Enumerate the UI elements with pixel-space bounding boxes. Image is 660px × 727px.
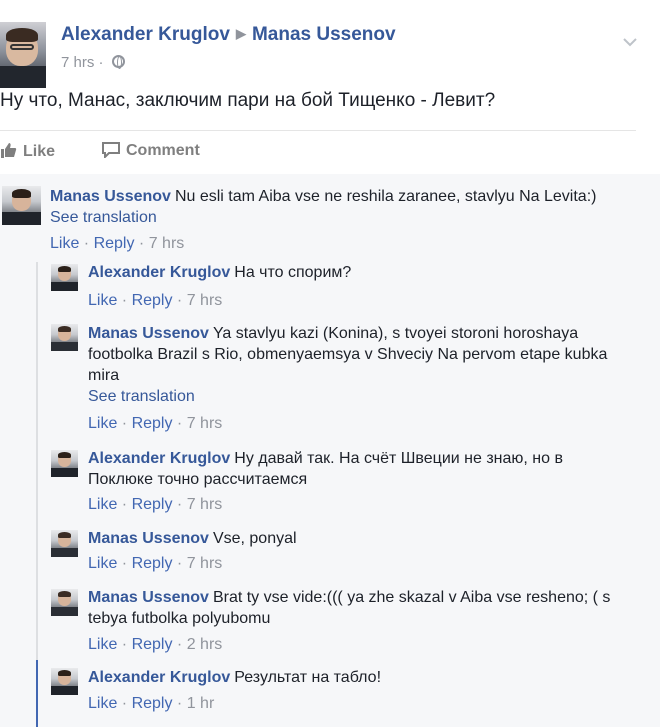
commenter-name[interactable]: Manas Ussenov [50,188,171,205]
target-name-link[interactable]: Manas Ussenov [252,24,396,45]
comment-text: Nu esli tam Aiba vse ne reshila zaranee,… [174,188,597,205]
post-text: Ну что, Манас, заключим пари на бой Тище… [0,90,496,111]
comment-reply-link[interactable]: Reply [132,636,173,653]
comment-time[interactable]: 7 hrs [187,555,223,572]
comment-like-link[interactable]: Like [88,496,117,513]
comment-reply-link[interactable]: Reply [132,555,173,572]
comment-like-link[interactable]: Like [88,555,117,572]
post-meta: 7 hrs · [61,54,125,71]
like-button[interactable]: Like [0,142,55,161]
comment-meta: Like · Reply · 7 hrs [88,415,223,432]
thumbs-up-icon [1,143,17,158]
globe-icon [111,55,125,69]
like-label: Like [23,143,56,160]
comment-like-link[interactable]: Like [88,292,117,309]
commenter-avatar[interactable] [51,668,78,695]
comment-meta: Like · Reply · 7 hrs [88,555,223,572]
comment-body: Manas Ussenov Nu esli tam Aiba vse ne res… [50,186,650,228]
author-name-link[interactable]: Alexander Kruglov [61,24,230,45]
comment-meta: Like · Reply · 7 hrs [88,292,223,309]
comment-like-link[interactable]: Like [88,636,117,653]
comment-body: Alexander Kruglov Ну давай так. На счёт Ш… [88,448,608,490]
comment-body: Manas Ussenov Brat ty vse vide:((( ya zhe… [88,587,618,629]
comment-button[interactable]: Comment [102,142,200,160]
comment-label: Comment [126,142,200,159]
comment-time[interactable]: 7 hrs [187,496,223,513]
comment-icon [102,142,120,158]
post-header: Alexander Kruglov ▶ Manas Ussenov 7 hrs · [0,14,660,88]
comment-text: На что спорим? [234,264,352,281]
author-avatar[interactable] [0,22,46,88]
see-translation-link[interactable]: See translation [50,207,650,228]
commenter-avatar[interactable] [51,264,78,291]
comment-reply-link[interactable]: Reply [132,496,173,513]
comment-time[interactable]: 7 hrs [187,415,223,432]
meta-separator: · [98,54,104,71]
commenter-name[interactable]: Manas Ussenov [88,589,209,606]
comment-time[interactable]: 7 hrs [149,235,185,252]
comment-like-link[interactable]: Like [50,235,79,252]
comment-meta: Like · Reply · 7 hrs [50,235,185,252]
comment-reply-link[interactable]: Reply [132,695,173,712]
commenter-name[interactable]: Manas Ussenov [88,325,209,342]
arrow-right-icon: ▶ [235,26,246,41]
reply-thread-line [36,262,38,727]
comment-reply-link[interactable]: Reply [94,235,135,252]
comment-body: Alexander Kruglov На что спорим? [88,262,648,283]
commenter-avatar[interactable] [51,530,78,557]
commenter-avatar[interactable] [51,450,78,477]
comment-meta: Like · Reply · 7 hrs [88,496,223,513]
post-author-line: Alexander Kruglov ▶ Manas Ussenov [61,24,396,46]
post-timestamp[interactable]: 7 hrs [61,54,94,71]
commenter-avatar[interactable] [51,589,78,616]
commenter-name[interactable]: Alexander Kruglov [88,450,230,467]
reply-thread-line-active [36,660,38,727]
comment-body: Manas Ussenov Vse, ponyal [88,528,608,549]
comment-meta: Like · Reply · 2 hrs [88,636,223,653]
comment-text: Результат на табло! [234,669,382,686]
commenter-avatar[interactable] [51,324,78,351]
comment-time[interactable]: 7 hrs [187,292,223,309]
commenter-name[interactable]: Manas Ussenov [88,530,209,547]
comment-like-link[interactable]: Like [88,695,117,712]
comment-body: Alexander Kruglov Результат на табло! [88,667,608,688]
comment-meta: Like · Reply · 1 hr [88,695,215,712]
see-translation-link[interactable]: See translation [88,386,618,407]
commenter-name[interactable]: Alexander Kruglov [88,264,230,281]
comment-time[interactable]: 1 hr [187,695,215,712]
comment-body: Manas Ussenov Ya stavlyu kazi (Konina), s… [88,323,618,407]
comment-time[interactable]: 2 hrs [187,636,223,653]
comment-reply-link[interactable]: Reply [132,415,173,432]
commenter-name[interactable]: Alexander Kruglov [88,669,230,686]
chevron-down-icon[interactable] [622,34,638,50]
divider [0,130,636,131]
comment-like-link[interactable]: Like [88,415,117,432]
comment-reply-link[interactable]: Reply [132,292,173,309]
comment-text: Vse, ponyal [212,530,297,547]
commenter-avatar[interactable] [2,186,41,225]
